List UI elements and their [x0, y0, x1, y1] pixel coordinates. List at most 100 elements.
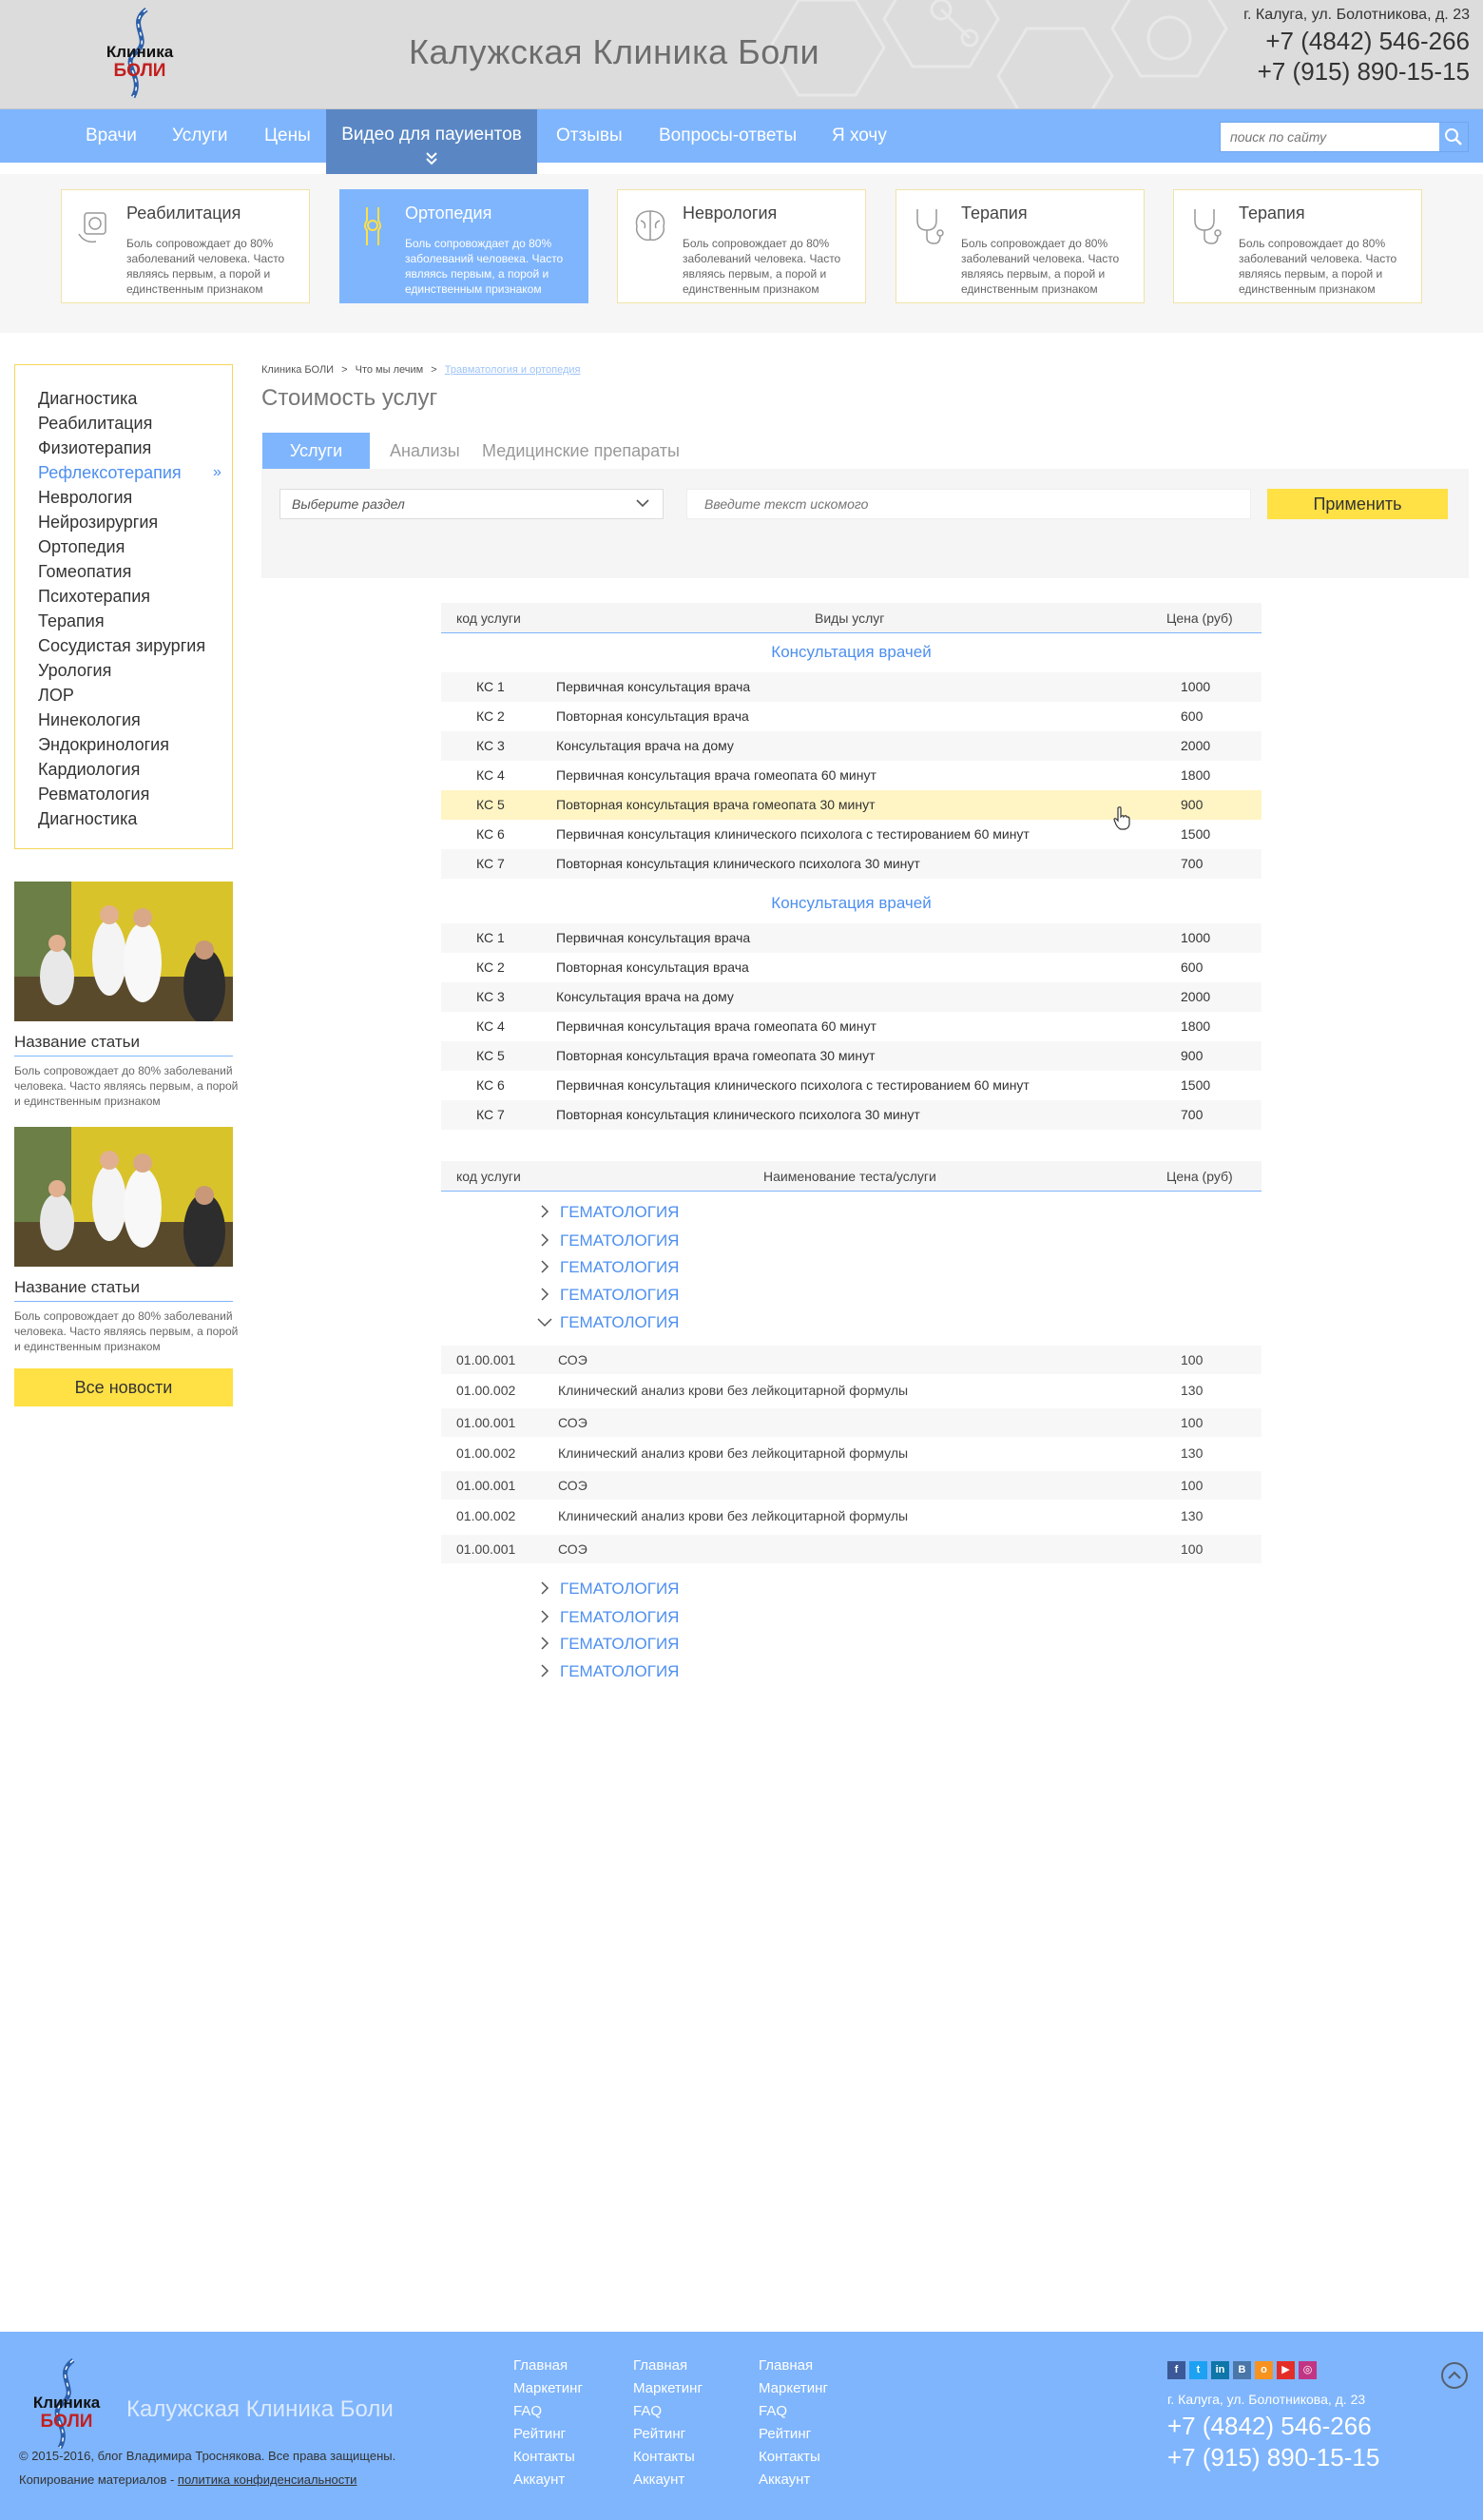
nav-item-services[interactable]: Услуги — [172, 109, 227, 163]
sidebar-item[interactable]: ЛОР — [38, 683, 232, 708]
category-toggle-collapsed[interactable]: ГЕМАТОЛОГИЯ — [535, 1635, 679, 1654]
table-row[interactable]: КС 3 Консультация врача на дому 2000 — [441, 982, 1262, 1012]
scroll-to-top-button[interactable] — [1441, 2362, 1468, 2389]
sidebar-item[interactable]: Диагностика — [38, 806, 232, 831]
tab-services[interactable]: Услуги — [262, 433, 370, 469]
facebook-icon[interactable]: f — [1167, 2361, 1185, 2379]
article-title[interactable]: Название статьи — [14, 1033, 233, 1056]
nav-item-patient-video[interactable]: Видео для пауиентов — [326, 109, 537, 174]
sidebar-item[interactable]: Кардиология — [38, 757, 232, 782]
twitter-icon[interactable]: t — [1189, 2361, 1207, 2379]
breadcrumb-current[interactable]: Травматология и ортопедия — [445, 364, 581, 376]
sidebar-item[interactable]: Диагностика — [38, 386, 232, 411]
category-toggle-collapsed[interactable]: ГЕМАТОЛОГИЯ — [535, 1203, 679, 1222]
footer-link[interactable]: Контакты — [633, 2446, 703, 2469]
table-row[interactable]: КС 5 Повторная консультация врача гомеопа… — [441, 1041, 1262, 1071]
category-toggle-collapsed[interactable]: ГЕМАТОЛОГИЯ — [535, 1231, 679, 1250]
youtube-icon[interactable]: ▶ — [1277, 2361, 1295, 2379]
category-card-therapy[interactable]: Терапия Боль сопровождает до 80% заболев… — [896, 189, 1145, 303]
footer-link[interactable]: FAQ — [759, 2400, 828, 2423]
table-row[interactable]: КС 6 Первичная консультация клинического … — [441, 820, 1262, 849]
footer-link[interactable]: Рейтинг — [759, 2423, 828, 2446]
category-card-neurology[interactable]: Неврология Боль сопровождает до 80% забо… — [617, 189, 866, 303]
footer-link[interactable]: Рейтинг — [513, 2423, 583, 2446]
article-image[interactable] — [14, 882, 233, 1021]
sidebar-item[interactable]: Физиотерапия — [38, 436, 232, 460]
footer-link[interactable]: Аккаунт — [759, 2469, 828, 2491]
table-row[interactable]: КС 2 Повторная консультация врача 600 — [441, 953, 1262, 982]
sidebar-item-active[interactable]: Рефлексотерапия » — [38, 460, 232, 485]
sidebar-item[interactable]: Неврология — [38, 485, 232, 510]
nav-item-faq[interactable]: Вопросы-ответы — [659, 109, 797, 163]
category-toggle-collapsed[interactable]: ГЕМАТОЛОГИЯ — [535, 1580, 679, 1599]
table-row[interactable]: КС 7 Повторная консультация клинического … — [441, 849, 1262, 879]
vk-icon[interactable]: B — [1233, 2361, 1251, 2379]
sidebar-item[interactable]: Психотерапия — [38, 584, 232, 609]
footer-link[interactable]: Рейтинг — [633, 2423, 703, 2446]
sidebar-item[interactable]: Терапия — [38, 609, 232, 633]
article-title[interactable]: Название статьи — [14, 1278, 233, 1302]
table-row[interactable]: КС 4 Первичная консультация врача гомеопа… — [441, 1012, 1262, 1041]
section-select[interactable]: Выберите раздел — [279, 489, 664, 519]
table-row[interactable]: КС 2 Повторная консультация врача 600 — [441, 702, 1262, 731]
category-card-therapy-2[interactable]: Терапия Боль сопровождает до 80% заболев… — [1173, 189, 1422, 303]
footer-link[interactable]: Маркетинг — [759, 2377, 828, 2400]
footer-link[interactable]: Контакты — [759, 2446, 828, 2469]
header-phone-2[interactable]: +7 (915) 890-15-15 — [1258, 57, 1470, 87]
table-row[interactable]: 01.00.001 СОЭ 100 — [441, 1471, 1262, 1500]
nav-item-prices[interactable]: Цены — [264, 109, 311, 163]
table-row[interactable]: 01.00.002 Клинический анализ крови без ле… — [441, 1439, 1262, 1467]
table-row[interactable]: 01.00.001 СОЭ 100 — [441, 1346, 1262, 1374]
footer-logo[interactable]: Клиника БОЛИ — [14, 2356, 119, 2452]
tab-analyses[interactable]: Анализы — [390, 433, 460, 469]
service-search-input[interactable] — [687, 490, 1250, 518]
breadcrumb-item[interactable]: Клиника БОЛИ — [261, 364, 334, 376]
table-row[interactable]: КС 4 Первичная консультация врача гомеопа… — [441, 761, 1262, 790]
table-row[interactable]: 01.00.001 СОЭ 100 — [441, 1408, 1262, 1437]
tab-medications[interactable]: Медицинские препараты — [482, 433, 680, 469]
sidebar-item[interactable]: Нинекология — [38, 708, 232, 732]
table-row[interactable]: 01.00.001 СОЭ 100 — [441, 1535, 1262, 1563]
apply-button[interactable]: Применить — [1267, 489, 1448, 519]
nav-item-i-want[interactable]: Я хочу — [832, 109, 887, 163]
sidebar-item[interactable]: Ревматология — [38, 782, 232, 806]
footer-link[interactable]: Маркетинг — [513, 2377, 583, 2400]
footer-link[interactable]: Главная — [633, 2355, 703, 2377]
table-row[interactable]: КС 7 Повторная консультация клинического … — [441, 1100, 1262, 1130]
footer-link[interactable]: Главная — [513, 2355, 583, 2377]
table-row[interactable]: КС 6 Первичная консультация клинического … — [441, 1071, 1262, 1100]
footer-link[interactable]: Контакты — [513, 2446, 583, 2469]
footer-link[interactable]: Аккаунт — [633, 2469, 703, 2491]
sidebar-item[interactable]: Сосудистая зирургия — [38, 633, 232, 658]
clinic-logo[interactable]: Клиника БОЛИ — [87, 6, 192, 101]
sidebar-item[interactable]: Гомеопатия — [38, 559, 232, 584]
odnoklassniki-icon[interactable]: o — [1255, 2361, 1273, 2379]
category-toggle-collapsed[interactable]: ГЕМАТОЛОГИЯ — [535, 1258, 679, 1277]
sidebar-item[interactable]: Нейрозирургия — [38, 510, 232, 534]
sidebar-item[interactable]: Реабилитация — [38, 411, 232, 436]
category-toggle-collapsed[interactable]: ГЕМАТОЛОГИЯ — [535, 1662, 679, 1681]
sidebar-item[interactable]: Ортопедия — [38, 534, 232, 559]
table-row[interactable]: КС 3 Консультация врача на дому 2000 — [441, 731, 1262, 761]
footer-link[interactable]: FAQ — [513, 2400, 583, 2423]
footer-link[interactable]: FAQ — [633, 2400, 703, 2423]
footer-phone-2[interactable]: +7 (915) 890-15-15 — [1167, 2443, 1379, 2472]
header-phone-1[interactable]: +7 (4842) 546-266 — [1265, 27, 1470, 56]
table-row-hovered[interactable]: КС 5 Повторная консультация врача гомеопа… — [441, 790, 1262, 830]
privacy-policy-link[interactable]: политика конфиденсиальности — [178, 2472, 357, 2487]
category-card-rehab[interactable]: Реабилитация Боль сопровождает до 80% за… — [61, 189, 310, 303]
nav-item-doctors[interactable]: Врачи — [86, 109, 137, 163]
instagram-icon[interactable]: ◎ — [1299, 2361, 1317, 2379]
footer-link[interactable]: Аккаунт — [513, 2469, 583, 2491]
table-row[interactable]: 01.00.002 Клинический анализ крови без ле… — [441, 1376, 1262, 1405]
breadcrumb-item[interactable]: Что мы лечим — [356, 364, 424, 376]
nav-item-reviews[interactable]: Отзывы — [556, 109, 623, 163]
category-toggle-collapsed[interactable]: ГЕМАТОЛОГИЯ — [535, 1286, 679, 1305]
table-row[interactable]: КС 1 Первичная консультация врача 1000 — [441, 672, 1262, 702]
sidebar-item[interactable]: Урология — [38, 658, 232, 683]
linkedin-icon[interactable]: in — [1211, 2361, 1229, 2379]
category-card-orthopedics[interactable]: Ортопедия Боль сопровождает до 80% забол… — [339, 189, 588, 303]
all-news-button[interactable]: Все новости — [14, 1368, 233, 1406]
footer-phone-1[interactable]: +7 (4842) 546-266 — [1167, 2412, 1372, 2441]
category-toggle-collapsed[interactable]: ГЕМАТОЛОГИЯ — [535, 1608, 679, 1627]
